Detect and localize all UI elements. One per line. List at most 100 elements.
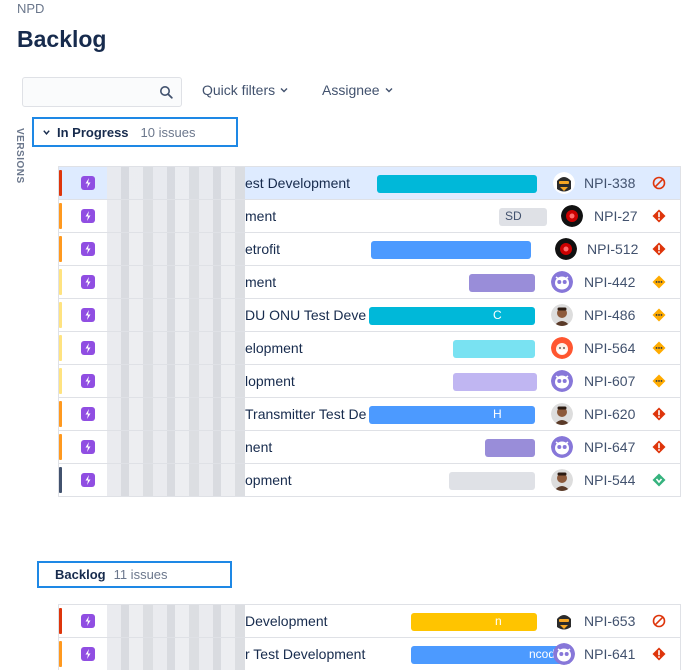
issue-count: 11 issues (113, 567, 168, 582)
highest-priority-icon (652, 407, 666, 421)
assignee-avatar[interactable] (561, 205, 583, 227)
assignee-avatar[interactable] (551, 337, 573, 359)
issue-key[interactable]: NPI-27 (594, 208, 638, 224)
issue-summary[interactable]: Transmitter Test De (245, 406, 366, 422)
issue-row[interactable]: ment NPI-442 (59, 266, 680, 299)
issue-list-in-progress: est Development NPI-338 ment SD NPI-27 etrofi… (58, 166, 681, 497)
epic-label[interactable] (371, 241, 531, 259)
issue-key[interactable]: NPI-653 (584, 613, 635, 629)
versions-panel-tab[interactable]: VERSIONS (14, 128, 25, 184)
issue-key[interactable]: NPI-620 (584, 406, 635, 422)
issue-row[interactable]: est Development NPI-338 (59, 167, 680, 200)
highest-priority-icon (652, 209, 666, 223)
search-icon[interactable] (159, 85, 173, 99)
sprint-header-in-progress[interactable]: In Progress 10 issues (32, 117, 238, 147)
assignee-avatar[interactable] (551, 271, 573, 293)
issue-key[interactable]: NPI-607 (584, 373, 635, 389)
issue-summary[interactable]: opment (245, 472, 292, 488)
story-type-icon (81, 440, 95, 454)
issue-row[interactable]: Transmitter Test De H NPI-620 (59, 398, 680, 431)
story-type-icon (81, 473, 95, 487)
epic-label[interactable] (369, 406, 535, 424)
issue-key[interactable]: NPI-564 (584, 340, 635, 356)
assignee-avatar[interactable] (553, 610, 575, 632)
assignee-avatar[interactable] (551, 370, 573, 392)
quick-filters-button[interactable]: Quick filters (202, 82, 289, 98)
epic-label[interactable] (369, 307, 535, 325)
issue-summary[interactable]: DU ONU Test Deve (245, 307, 366, 323)
epic-label[interactable] (469, 274, 535, 292)
issue-row[interactable]: opment NPI-544 (59, 464, 680, 497)
epic-label[interactable] (453, 340, 535, 358)
epic-label-text: C (493, 308, 502, 322)
issue-summary[interactable]: est Development (245, 175, 350, 191)
story-type-icon (81, 341, 95, 355)
lowest-priority-icon (652, 473, 666, 487)
epic-label[interactable] (453, 373, 537, 391)
issue-key[interactable]: NPI-647 (584, 439, 635, 455)
assignee-avatar[interactable] (551, 436, 573, 458)
issue-row[interactable]: nent NPI-647 (59, 431, 680, 464)
redacted-summary (107, 365, 245, 397)
issue-row[interactable]: ment SD NPI-27 (59, 200, 680, 233)
issue-key[interactable]: NPI-442 (584, 274, 635, 290)
redacted-summary (107, 638, 245, 670)
highest-priority-icon (652, 440, 666, 454)
priority-bar (59, 302, 62, 328)
chevron-down-icon[interactable] (42, 128, 51, 137)
issue-summary[interactable]: lopment (245, 373, 295, 389)
epic-label[interactable] (449, 472, 535, 490)
issue-row[interactable]: DU ONU Test Deve C NPI-486 (59, 299, 680, 332)
chevron-down-icon (385, 88, 393, 93)
assignee-avatar[interactable] (553, 172, 575, 194)
epic-label[interactable] (411, 613, 537, 631)
breadcrumb[interactable]: NPD (17, 1, 44, 16)
medium-priority-icon (652, 308, 666, 322)
issue-summary[interactable]: elopment (245, 340, 303, 356)
epic-label[interactable] (377, 175, 537, 193)
epic-label[interactable] (485, 439, 535, 457)
redacted-summary (107, 266, 245, 298)
issue-key[interactable]: NPI-338 (584, 175, 635, 191)
redacted-summary (107, 167, 245, 199)
assignee-avatar[interactable] (553, 643, 575, 665)
issue-summary[interactable]: nent (245, 439, 272, 455)
issue-row[interactable]: Development n NPI-653 (59, 605, 680, 638)
chevron-down-icon (280, 88, 288, 93)
sprint-header-backlog[interactable]: Backlog 11 issues (37, 561, 232, 588)
medium-priority-icon (652, 341, 666, 355)
issue-summary[interactable]: r Test Development (245, 646, 365, 662)
redacted-summary (107, 299, 245, 331)
search-box[interactable] (22, 77, 182, 107)
redacted-summary (107, 332, 245, 364)
issue-count: 10 issues (140, 124, 196, 140)
story-type-icon (81, 209, 95, 223)
issue-row[interactable]: lopment NPI-607 (59, 365, 680, 398)
assignee-avatar[interactable] (555, 238, 577, 260)
assignee-avatar[interactable] (551, 469, 573, 491)
issue-row[interactable]: elopment NPI-564 (59, 332, 680, 365)
issue-key[interactable]: NPI-486 (584, 307, 635, 323)
issue-key[interactable]: NPI-641 (584, 646, 635, 662)
issue-summary[interactable]: etrofit (245, 241, 280, 257)
issue-summary[interactable]: ment (245, 274, 276, 290)
issue-summary[interactable]: ment (245, 208, 276, 224)
assignee-avatar[interactable] (551, 403, 573, 425)
highest-priority-icon (652, 242, 666, 256)
story-type-icon (81, 374, 95, 388)
search-input[interactable] (23, 78, 153, 106)
priority-bar (59, 269, 62, 295)
priority-bar (59, 335, 62, 361)
assignee-filter-button[interactable]: Assignee (322, 82, 394, 98)
issue-key[interactable]: NPI-512 (587, 241, 638, 257)
priority-bar (59, 434, 62, 460)
assignee-avatar[interactable] (551, 304, 573, 326)
issue-row[interactable]: etrofit NPI-512 (59, 233, 680, 266)
issue-row[interactable]: r Test Development ncoder NPI-641 (59, 638, 680, 670)
priority-bar (59, 467, 62, 493)
priority-bar (59, 401, 62, 427)
quick-filters-label: Quick filters (202, 82, 276, 98)
highest-priority-icon (652, 647, 666, 661)
issue-summary[interactable]: Development (245, 613, 328, 629)
issue-key[interactable]: NPI-544 (584, 472, 635, 488)
